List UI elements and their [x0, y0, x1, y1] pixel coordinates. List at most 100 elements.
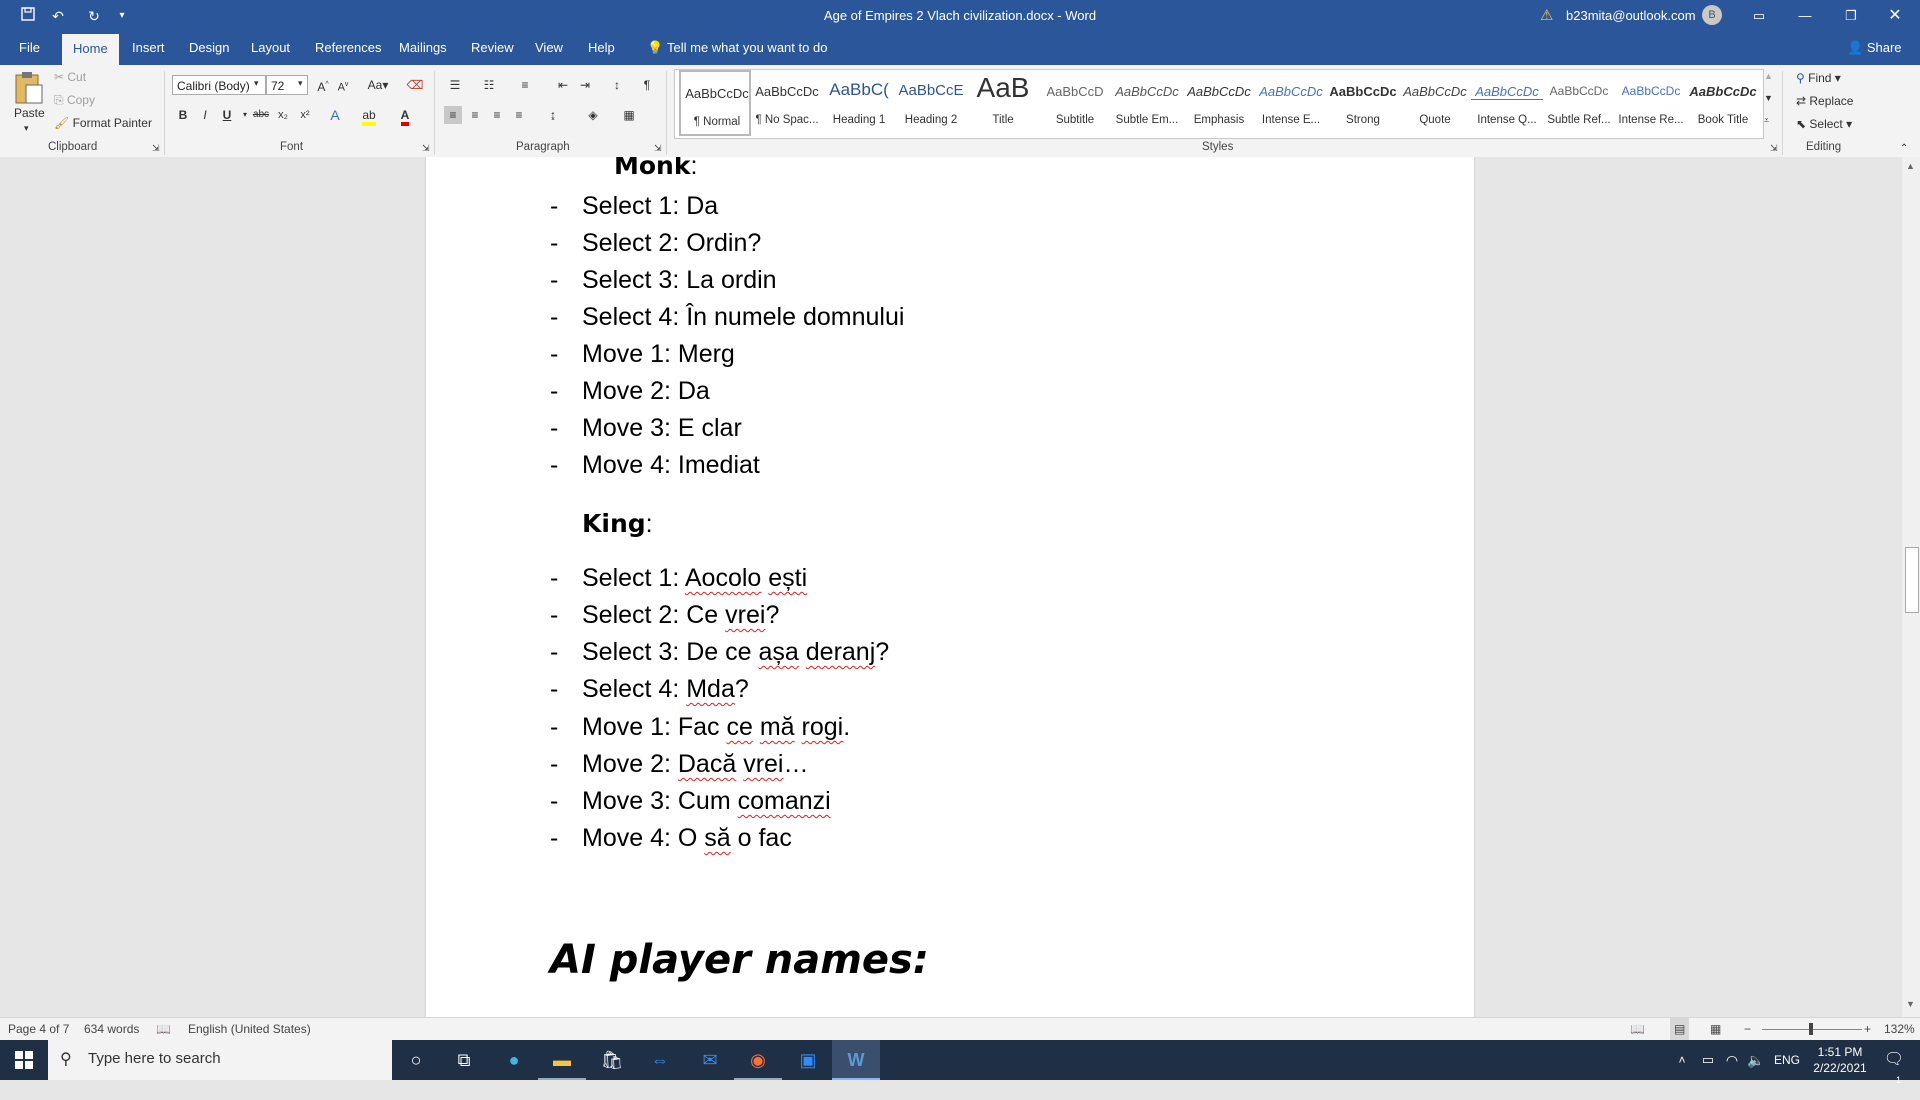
- change-case-icon[interactable]: Aa▾: [364, 76, 392, 94]
- zoom-out-icon[interactable]: −: [1744, 1018, 1751, 1041]
- bold-icon[interactable]: B: [174, 106, 192, 124]
- italic-icon[interactable]: I: [196, 106, 214, 124]
- shrink-font-icon[interactable]: Av: [334, 76, 352, 94]
- restore-icon[interactable]: ❐: [1842, 0, 1860, 31]
- underline-icon[interactable]: U: [218, 106, 236, 124]
- clipboard-launcher-icon[interactable]: ⇲: [152, 143, 160, 154]
- volume-icon[interactable]: 🔈: [1744, 1040, 1768, 1080]
- page-count[interactable]: Page 4 of 7: [8, 1018, 69, 1041]
- paste-dropdown-icon[interactable]: ▾: [24, 123, 29, 134]
- edge-icon[interactable]: ●: [490, 1040, 538, 1080]
- spelling-error[interactable]: vrei: [725, 601, 765, 629]
- warning-icon[interactable]: ⚠: [1540, 0, 1553, 31]
- sort-icon[interactable]: ↕: [608, 76, 626, 94]
- tab-home[interactable]: Home: [62, 34, 119, 65]
- notifications-icon[interactable]: 🗨 1: [1874, 1040, 1914, 1085]
- shading-icon[interactable]: ◈: [584, 106, 602, 124]
- windows-start-icon[interactable]: [0, 1040, 48, 1080]
- file-explorer-icon[interactable]: ▬: [538, 1040, 586, 1080]
- tab-references[interactable]: References: [304, 31, 392, 65]
- font-color-icon[interactable]: A: [396, 106, 414, 126]
- taskbar-search-box[interactable]: ⚲ Type here to search: [48, 1040, 392, 1080]
- style-intense-reference[interactable]: AaBbCcDc Intense Re...: [1615, 70, 1687, 136]
- read-mode-icon[interactable]: 📖: [1630, 1018, 1645, 1041]
- select-button[interactable]: ⬉ Select ▾: [1796, 117, 1852, 131]
- font-name-dropdown-icon[interactable]: ▾: [254, 78, 259, 89]
- style-normal[interactable]: AaBbCcDc ¶ Normal: [679, 70, 751, 136]
- style-emphasis[interactable]: AaBbCcDc Emphasis: [1183, 70, 1255, 136]
- replace-button[interactable]: ⇄ Replace: [1796, 94, 1853, 108]
- word-app-icon[interactable]: W: [832, 1040, 880, 1080]
- zoom-level[interactable]: 132%: [1884, 1018, 1915, 1041]
- cut-button[interactable]: ✂ Cut: [54, 70, 86, 84]
- zoom-in-icon[interactable]: +: [1864, 1018, 1871, 1041]
- tab-mailings[interactable]: Mailings: [388, 31, 458, 65]
- spelling-error[interactable]: vrei: [743, 750, 783, 778]
- tell-me-search[interactable]: Tell me what you want to do: [656, 31, 838, 65]
- firefox-icon[interactable]: ◉: [734, 1040, 782, 1080]
- account-email[interactable]: b23mita@outlook.com: [1566, 0, 1696, 31]
- spelling-error[interactable]: ești: [768, 564, 807, 592]
- task-view-icon[interactable]: ⧉: [440, 1040, 488, 1080]
- avatar[interactable]: B: [1702, 5, 1722, 25]
- text-effects-icon[interactable]: A: [326, 106, 344, 124]
- style-subtitle[interactable]: AaBbCcD Subtitle: [1039, 70, 1111, 136]
- strikethrough-icon[interactable]: abc: [252, 106, 270, 124]
- tab-insert[interactable]: Insert: [121, 31, 176, 65]
- spelling-error[interactable]: rogi: [802, 713, 844, 741]
- language-indicator[interactable]: English (United States): [188, 1018, 311, 1041]
- styles-launcher-icon[interactable]: ⇲: [1770, 143, 1778, 154]
- spelling-error[interactable]: ce: [727, 713, 753, 741]
- wifi-icon[interactable]: ◠: [1720, 1040, 1744, 1080]
- justify-icon[interactable]: ≡: [510, 106, 528, 124]
- superscript-icon[interactable]: x²: [296, 106, 314, 124]
- clear-formatting-icon[interactable]: ⌫: [406, 76, 424, 94]
- font-launcher-icon[interactable]: ⇲: [422, 143, 430, 154]
- spelling-error[interactable]: comanzi: [738, 787, 831, 815]
- paragraph-launcher-icon[interactable]: ⇲: [654, 143, 662, 154]
- styles-scroll-down-icon[interactable]: ▼: [1764, 93, 1773, 103]
- style-subtle-emphasis[interactable]: AaBbCcDc Subtle Em...: [1111, 70, 1183, 136]
- style-subtle-reference[interactable]: AaBbCcDc Subtle Ref...: [1543, 70, 1615, 136]
- teamviewer-icon[interactable]: ⇔: [636, 1040, 684, 1080]
- bullets-icon[interactable]: ☰: [446, 76, 464, 94]
- align-center-icon[interactable]: ≡: [466, 106, 484, 124]
- style-title[interactable]: AaB Title: [967, 70, 1039, 136]
- word-count[interactable]: 634 words: [84, 1018, 139, 1041]
- meet-now-icon[interactable]: ▭: [1696, 1040, 1720, 1080]
- tab-help[interactable]: Help: [577, 31, 626, 65]
- scrollbar-thumb[interactable]: [1905, 547, 1919, 613]
- paste-label[interactable]: Paste: [14, 106, 45, 120]
- minimize-icon[interactable]: —: [1796, 0, 1814, 31]
- zoom-slider-thumb[interactable]: [1809, 1023, 1813, 1035]
- share-button[interactable]: 👤 Share: [1836, 31, 1913, 65]
- copy-button[interactable]: ⎘ Copy: [54, 93, 95, 108]
- spelling-error[interactable]: așa: [759, 638, 799, 666]
- print-layout-icon[interactable]: ▤: [1670, 1018, 1690, 1041]
- cortana-icon[interactable]: ○: [392, 1040, 440, 1080]
- tab-design[interactable]: Design: [178, 31, 240, 65]
- numbering-icon[interactable]: ☷: [480, 76, 498, 94]
- tab-file[interactable]: File: [8, 31, 51, 65]
- tab-review[interactable]: Review: [460, 31, 525, 65]
- grow-font-icon[interactable]: A^: [314, 76, 332, 94]
- style-strong[interactable]: AaBbCcDc Strong: [1327, 70, 1399, 136]
- spelling-error[interactable]: Dacă: [678, 750, 736, 778]
- web-layout-icon[interactable]: ▦: [1710, 1018, 1721, 1041]
- mail-icon[interactable]: ✉: [686, 1040, 734, 1080]
- find-button[interactable]: ⚲ Find ▾: [1796, 71, 1841, 85]
- increase-indent-icon[interactable]: ⇥: [576, 76, 594, 94]
- clock[interactable]: 1:51 PM 2/22/2021: [1808, 1044, 1872, 1076]
- spelling-error[interactable]: Aocolo: [685, 564, 761, 592]
- close-icon[interactable]: ✕: [1886, 0, 1904, 31]
- style-quote[interactable]: AaBbCcDc Quote: [1399, 70, 1471, 136]
- borders-icon[interactable]: ▦: [620, 106, 638, 124]
- scroll-up-icon[interactable]: ▲: [1906, 161, 1915, 171]
- style-intense-quote[interactable]: AaBbCcDc Intense Q...: [1471, 70, 1543, 136]
- styles-more-icon[interactable]: ⩡: [1764, 115, 1769, 126]
- spelling-error[interactable]: Mda: [686, 675, 735, 703]
- style-no-spacing[interactable]: AaBbCcDc ¶ No Spac...: [751, 70, 823, 136]
- tab-layout[interactable]: Layout: [240, 31, 301, 65]
- highlight-color-icon[interactable]: ab: [360, 106, 378, 126]
- styles-scroll-up-icon[interactable]: ▲: [1764, 71, 1773, 81]
